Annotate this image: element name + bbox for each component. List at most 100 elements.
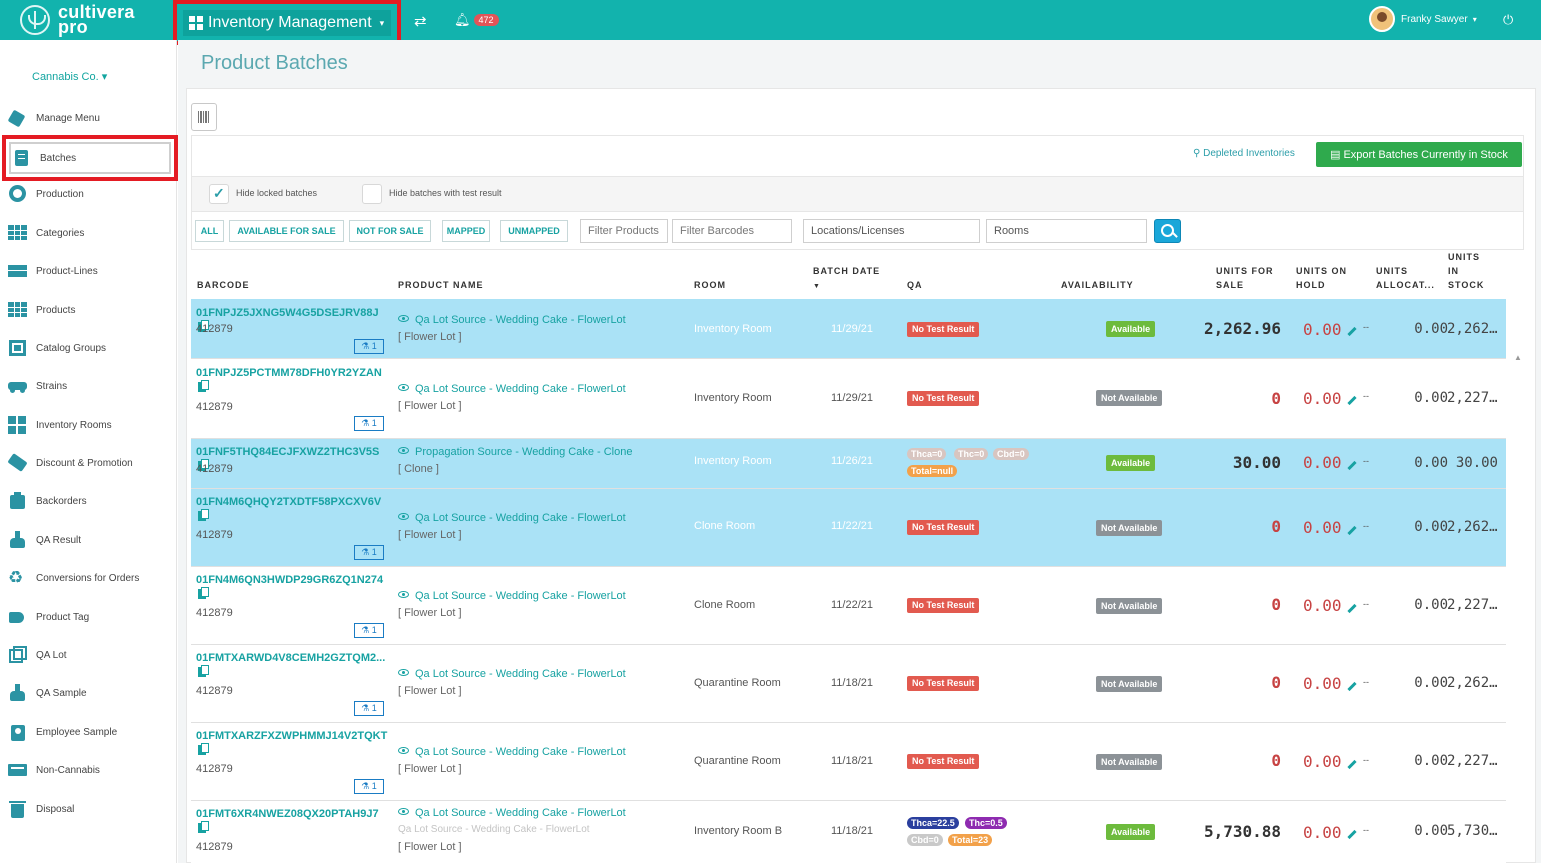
sidebar-item-batches[interactable]: Batches	[2, 135, 178, 181]
filter-barcodes-input[interactable]: Filter Barcodes	[672, 219, 792, 243]
col-availability[interactable]: AVAILABILITY	[1061, 278, 1134, 292]
col-units-on-hold[interactable]: UNITS ON HOLD	[1296, 264, 1366, 292]
sidebar-item-disposal[interactable]: Disposal	[0, 794, 177, 824]
sidebar-item-qa-result[interactable]: QA Result	[0, 525, 177, 555]
copy-icon[interactable]	[198, 665, 209, 677]
lab-count-badge[interactable]: ⚗ 1	[354, 545, 384, 560]
lab-count-badge[interactable]: ⚗ 1	[354, 779, 384, 794]
sidebar-item-conversions-for-orders[interactable]: ♻︎ Conversions for Orders	[0, 563, 177, 593]
sidebar-item-products[interactable]: Products	[0, 295, 177, 325]
lab-count-badge[interactable]: ⚗ 1	[354, 623, 384, 638]
user-menu[interactable]: Franky Sawyer ▾	[1369, 6, 1477, 32]
availability-badge[interactable]: Available	[1106, 824, 1156, 840]
app-logo[interactable]: cultivera pro	[20, 3, 135, 36]
pencil-icon[interactable]	[1347, 681, 1357, 692]
availability-badge[interactable]: Not Available	[1096, 598, 1163, 614]
qa-status-badge[interactable]: No Test Result	[907, 754, 980, 769]
col-units-allocated[interactable]: UNITS ALLOCAT...	[1376, 264, 1444, 292]
barcode-link[interactable]: 01FMTXARZFXZWPHMMJ14V2TQKT	[196, 729, 387, 757]
sidebar-item-qa-sample[interactable]: QA Sample	[0, 678, 177, 708]
product-link[interactable]: Qa Lot Source - Wedding Cake - FlowerLot	[398, 314, 626, 326]
barcode-link[interactable]: 01FN4M6QN3HWDP29GR6ZQ1N274	[196, 573, 383, 601]
search-button[interactable]	[1154, 219, 1181, 243]
sidebar-item-categories[interactable]: Categories	[0, 218, 177, 248]
qa-status-badge[interactable]: No Test Result	[907, 676, 980, 691]
copy-icon[interactable]	[198, 821, 209, 833]
table-row[interactable]: 01FNPJZ5JXNG5W4G5DSEJRV88J 412879 ⚗ 1 Qa…	[191, 299, 1506, 359]
availability-badge[interactable]: Available	[1106, 321, 1156, 337]
col-room[interactable]: ROOM	[694, 278, 726, 292]
rooms-select[interactable]: Rooms	[986, 219, 1147, 243]
pencil-icon[interactable]	[1347, 460, 1357, 471]
copy-icon[interactable]	[198, 587, 209, 599]
pencil-icon[interactable]	[1347, 395, 1357, 406]
col-units-for-sale[interactable]: UNITS FOR SALE	[1216, 264, 1286, 292]
col-batch-date[interactable]: BATCH DATE ▼	[813, 264, 880, 294]
qa-status-badge[interactable]: No Test Result	[907, 598, 980, 613]
availability-badge[interactable]: Not Available	[1096, 390, 1163, 406]
pencil-icon[interactable]	[1347, 829, 1357, 840]
product-link[interactable]: Propagation Source - Wedding Cake - Clon…	[398, 446, 632, 458]
col-product-name[interactable]: PRODUCT NAME	[398, 278, 484, 292]
col-barcode[interactable]: BARCODE	[197, 278, 250, 292]
table-row[interactable]: 01FNF5THQ84ECJFXWZ2THC3V5S 412879 Propag…	[191, 439, 1506, 489]
module-selector-button[interactable]: Inventory Management ▾	[183, 10, 391, 36]
lab-count-badge[interactable]: ⚗ 1	[354, 701, 384, 716]
sidebar-item-inventory-rooms[interactable]: Inventory Rooms	[0, 410, 177, 440]
table-row[interactable]: 01FN4M6QN3HWDP29GR6ZQ1N274 412879 ⚗ 1 Qa…	[191, 567, 1506, 645]
table-row[interactable]: 01FNPJZ5PCTMM78DFH0YR2YZAN 412879 ⚗ 1 Qa…	[191, 359, 1506, 439]
sidebar-item-manage-menu[interactable]: Manage Menu	[0, 103, 177, 133]
lab-count-badge[interactable]: ⚗ 1	[354, 416, 384, 431]
pencil-icon[interactable]	[1347, 603, 1357, 614]
table-row[interactable]: 01FMTXARWD4V8CEMH2GZTQM2... 412879 ⚗ 1 Q…	[191, 645, 1506, 723]
table-row[interactable]: 01FMT6XR4NWEZ08QX20PTAH9J7 412879 Qa Lot…	[191, 801, 1506, 863]
sidebar-item-non-cannabis[interactable]: Non-Cannabis	[0, 755, 177, 785]
product-link[interactable]: Qa Lot Source - Wedding Cake - FlowerLot	[398, 746, 626, 758]
availability-badge[interactable]: Available	[1106, 455, 1156, 471]
export-batches-button[interactable]: ▤ Export Batches Currently in Stock	[1316, 142, 1522, 167]
product-link[interactable]: Qa Lot Source - Wedding Cake - FlowerLot	[398, 590, 626, 602]
sidebar-item-discount-promotion[interactable]: Discount & Promotion	[0, 448, 177, 478]
hide-tested-checkbox[interactable]	[362, 184, 382, 204]
barcode-link[interactable]: 01FNPJZ5PCTMM78DFH0YR2YZAN	[196, 366, 382, 394]
lab-count-badge[interactable]: ⚗ 1	[354, 339, 384, 354]
qa-status-badge[interactable]: No Test Result	[907, 391, 980, 406]
pencil-icon[interactable]	[1347, 525, 1357, 536]
product-link[interactable]: Qa Lot Source - Wedding Cake - FlowerLot	[398, 807, 626, 819]
col-qa[interactable]: QA	[907, 278, 923, 292]
filter-available-button[interactable]: AVAILABLE FOR SALE	[229, 220, 344, 242]
barcode-scan-button[interactable]	[191, 103, 217, 131]
filter-all-button[interactable]: ALL	[195, 220, 224, 242]
filter-unmapped-button[interactable]: UNMAPPED	[500, 220, 568, 242]
sidebar-item-backorders[interactable]: Backorders	[0, 486, 177, 516]
sidebar-item-product-lines[interactable]: Product-Lines	[0, 256, 177, 286]
hide-locked-checkbox[interactable]	[209, 184, 229, 204]
availability-badge[interactable]: Not Available	[1096, 754, 1163, 770]
sidebar-item-production[interactable]: Production	[0, 179, 177, 209]
power-icon[interactable]: ⏻	[1503, 12, 1513, 28]
scroll-up-arrow[interactable]: ▲	[1514, 353, 1522, 362]
availability-badge[interactable]: Not Available	[1096, 676, 1163, 692]
sidebar-item-strains[interactable]: Strains	[0, 371, 177, 401]
col-units-in-stock[interactable]: UNITS IN STOCK	[1448, 250, 1488, 292]
copy-icon[interactable]	[198, 509, 209, 521]
filter-mapped-button[interactable]: MAPPED	[442, 220, 490, 242]
copy-icon[interactable]	[198, 380, 209, 392]
qa-status-badge[interactable]: No Test Result	[907, 520, 980, 535]
product-link[interactable]: Qa Lot Source - Wedding Cake - FlowerLot	[398, 668, 626, 680]
sidebar-item-qa-lot[interactable]: QA Lot	[0, 640, 177, 670]
sidebar-item-catalog-groups[interactable]: Catalog Groups	[0, 333, 177, 363]
product-link[interactable]: Qa Lot Source - Wedding Cake - FlowerLot	[398, 383, 626, 395]
barcode-link[interactable]: 01FN4M6QHQY2TXDTF58PXCXV6V	[196, 495, 381, 523]
pencil-icon[interactable]	[1347, 759, 1357, 770]
locations-select[interactable]: Locations/Licenses	[803, 219, 980, 243]
product-link[interactable]: Qa Lot Source - Wedding Cake - FlowerLot	[398, 512, 626, 524]
availability-badge[interactable]: Not Available	[1096, 520, 1163, 536]
table-row[interactable]: 01FN4M6QHQY2TXDTF58PXCXV6V 412879 ⚗ 1 Qa…	[191, 489, 1506, 567]
copy-icon[interactable]	[198, 743, 209, 755]
filter-not-for-sale-button[interactable]: NOT FOR SALE	[349, 220, 431, 242]
pencil-icon[interactable]	[1347, 326, 1357, 337]
filter-products-input[interactable]: Filter Products	[580, 219, 668, 243]
swap-icon[interactable]: ⇄	[414, 12, 427, 30]
sidebar-item-product-tag[interactable]: Product Tag	[0, 602, 177, 632]
